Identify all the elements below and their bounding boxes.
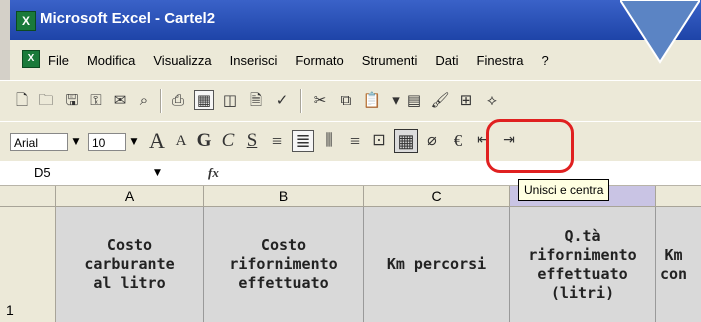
align-center-icon[interactable]: ≣ [292,130,314,152]
insert-hyperlink-icon[interactable]: ⟡ [482,90,502,110]
menu-inserisci[interactable]: Inserisci [230,53,278,68]
name-box-dropdown-icon[interactable]: ▼ [154,164,161,182]
excel-window: X Microsoft Excel - Cartel2 X File Modif… [0,0,701,322]
menu-finestra[interactable]: Finestra [477,53,524,68]
save-icon[interactable]: 🖫 [62,90,82,110]
italic-icon[interactable]: C [218,130,238,152]
copy-icon[interactable]: ⧉ [336,90,356,110]
column-header-a[interactable]: A [56,186,204,206]
decrease-font-size-icon[interactable]: A [172,130,190,152]
email-icon[interactable]: ✉ [110,90,130,110]
menu-bar: X File Modifica Visualizza Inserisci For… [10,40,701,80]
highlight-ring [486,119,574,173]
align-left-icon[interactable]: ≡ [266,130,288,152]
print-preview-icon[interactable]: ◫ [220,90,240,110]
paste-special-icon[interactable]: ▤ [404,90,424,110]
name-box[interactable]: D5 [34,164,154,182]
format-painter-icon[interactable]: 🖌 [430,90,450,110]
underline-icon[interactable]: S [242,130,262,152]
excel-icon: X [16,11,36,31]
paste-icon[interactable]: 📋 [362,90,382,110]
print-icon[interactable]: ⎙ [168,90,188,110]
new-document-icon[interactable]: 🗋 [12,90,32,110]
eraser-icon[interactable]: ⌀ [422,130,442,152]
select-all-corner[interactable] [0,186,56,206]
cut-icon[interactable]: ✂ [310,90,330,110]
cell-b1[interactable]: Costo rifornimento effettuato [204,207,364,322]
menu-file[interactable]: File [48,53,69,68]
merge-and-center-icon[interactable]: ▦ [394,129,418,153]
font-name-select[interactable]: Arial [10,133,68,151]
grid-view-icon[interactable]: ▦ [194,90,214,110]
cell-a1[interactable]: Costo carburante al litro [56,207,204,322]
cell-e1[interactable]: Km con [656,207,701,322]
permission-icon[interactable]: ⚿ [86,90,106,110]
bold-icon[interactable]: G [194,130,214,152]
workbook-icon[interactable]: X [22,50,40,68]
spelling-icon[interactable]: ✓ [272,90,292,110]
menu-modifica[interactable]: Modifica [87,53,135,68]
row-header-1[interactable]: 1 [0,207,56,322]
menu-formato[interactable]: Formato [295,53,343,68]
font-size-select[interactable]: 10 [88,133,126,151]
menu-dati[interactable]: Dati [435,53,458,68]
font-name-dropdown-icon[interactable]: ▼ [70,133,82,151]
title-bar: X Microsoft Excel - Cartel2 [10,0,701,40]
wrap-text-icon[interactable]: ⊡ [368,130,390,152]
research-icon[interactable]: ⊞ [456,90,476,110]
column-header-b[interactable]: B [204,186,364,206]
menu-help[interactable]: ? [542,53,549,68]
menu-visualizza[interactable]: Visualizza [153,53,211,68]
search-icon[interactable]: ⌕ [134,90,154,110]
tooltip: Unisci e centra [518,179,610,201]
standard-toolbar: 🗋 🗀 🖫 ⚿ ✉ ⌕ ⎙ ▦ ◫ 🗎 ✓ ✂ ⧉ 📋 ▾ ▤ 🖌 ⊞ ⟡ [0,80,701,122]
column-header-c[interactable]: C [364,186,510,206]
cell-c1[interactable]: Km percorsi [364,207,510,322]
increase-font-size-icon[interactable]: A [146,130,168,152]
currency-icon[interactable]: € [448,130,468,152]
pointer-arrow-icon [620,0,700,64]
menu-strumenti[interactable]: Strumenti [362,53,418,68]
column-header-e[interactable] [656,186,701,206]
open-folder-icon[interactable]: 🗀 [36,90,56,110]
justify-icon[interactable]: ≡ [344,130,366,152]
font-size-dropdown-icon[interactable]: ▼ [128,133,140,151]
table-row: 1 Costo carburante al litro Costo riforn… [0,207,701,322]
cell-d1[interactable]: Q.tà rifornimento effettuato (litri) [510,207,656,322]
formatting-toolbar: Arial ▼ 10 ▼ A A G C S ≡ ≣ ⫼ ≡ ⊡ ▦ ⌀ € ⇤… [0,121,701,163]
window-title: Microsoft Excel - Cartel2 [40,10,216,27]
fx-icon[interactable]: fx [208,164,219,182]
align-right-icon[interactable]: ⫼ [318,130,340,152]
preview-icon[interactable]: 🗎 [246,90,266,110]
paste-dropdown-icon[interactable]: ▾ [386,90,406,110]
